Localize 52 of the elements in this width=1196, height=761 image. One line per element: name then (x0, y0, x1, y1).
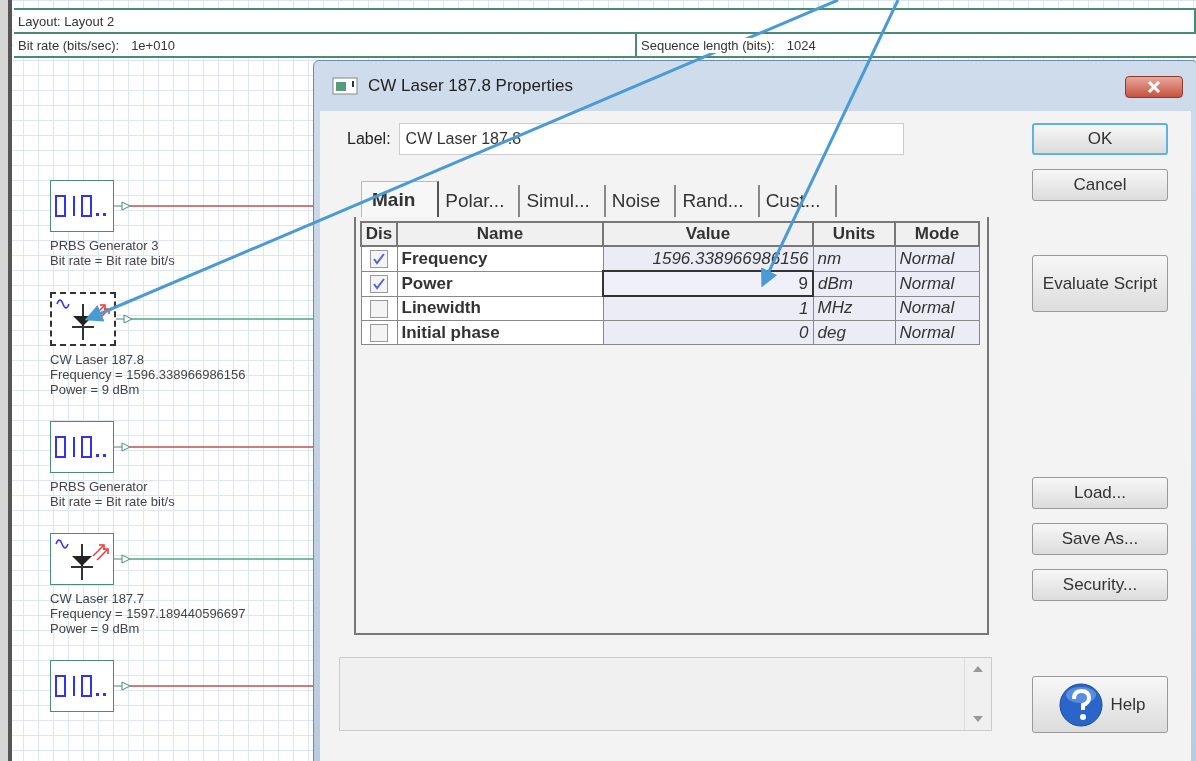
value-cell[interactable]: 0 (603, 320, 813, 345)
checkbox[interactable] (370, 299, 388, 318)
table-cell: Normal (895, 246, 979, 271)
close-button[interactable] (1125, 76, 1183, 98)
component-label: PRBS Generator 3 (50, 238, 160, 253)
table-cell: MHz (813, 296, 895, 321)
dialog-button[interactable]: Save As... (1032, 523, 1168, 555)
dialog-button[interactable]: Evaluate Script (1032, 255, 1168, 312)
column-header[interactable]: Name (397, 222, 603, 246)
value-cell[interactable]: 9 (603, 271, 813, 296)
close-icon (1146, 81, 1162, 93)
component-block[interactable] (50, 660, 114, 712)
checkbox[interactable] (370, 275, 388, 293)
component-label: Frequency = 1597.189440596697 (50, 606, 247, 621)
component-label: PRBS Generator (50, 479, 149, 494)
table-cell: nm (813, 246, 895, 271)
component-label: CW Laser 187.7 (50, 591, 145, 606)
table-cell: Linewidth (397, 296, 603, 321)
table-cell: Normal (895, 296, 979, 321)
component-label: CW Laser 187.8 (50, 352, 145, 367)
component-label: Bit rate = Bit rate bit/s (50, 253, 176, 268)
table-cell: Frequency (397, 246, 603, 271)
component-block[interactable] (50, 180, 114, 232)
help-button[interactable]: Help (1032, 676, 1168, 733)
dialog-button[interactable]: Load... (1032, 477, 1168, 509)
table-cell: Normal (895, 271, 979, 296)
component-block[interactable] (50, 421, 114, 473)
value-cell[interactable]: 1 (603, 296, 813, 321)
column-header[interactable]: Units (813, 222, 895, 246)
dialog-button[interactable]: OK (1032, 123, 1168, 155)
component-label: Power = 9 dBm (50, 621, 141, 636)
label-caption: Label: (347, 130, 391, 148)
component-block[interactable] (50, 292, 116, 346)
layout-title: Layout: Layout 2 (18, 13, 115, 29)
laser-diode-icon (53, 536, 111, 582)
table-cell: Power (397, 271, 603, 296)
checkbox[interactable] (370, 250, 388, 269)
component-label: Frequency = 1596.338966986156 (50, 367, 247, 382)
dialog-button[interactable]: Security... (1032, 569, 1168, 601)
column-header[interactable]: Value (603, 222, 813, 246)
checkbox[interactable] (370, 324, 388, 342)
table-cell: dBm (813, 271, 895, 296)
window-title: CW Laser 187.8 Properties (368, 76, 574, 96)
window-icon (332, 77, 358, 95)
column-header[interactable]: Mode (895, 222, 979, 246)
column-header[interactable]: Dis (361, 222, 397, 246)
component-label: Power = 9 dBm (50, 382, 141, 397)
dialog-button[interactable]: Cancel (1032, 169, 1168, 201)
component-label: Bit rate = Bit rate bit/s (50, 494, 176, 509)
param-label: Sequence length (bits): (641, 37, 775, 53)
table-cell: Initial phase (397, 320, 603, 345)
component-block[interactable] (50, 533, 114, 585)
